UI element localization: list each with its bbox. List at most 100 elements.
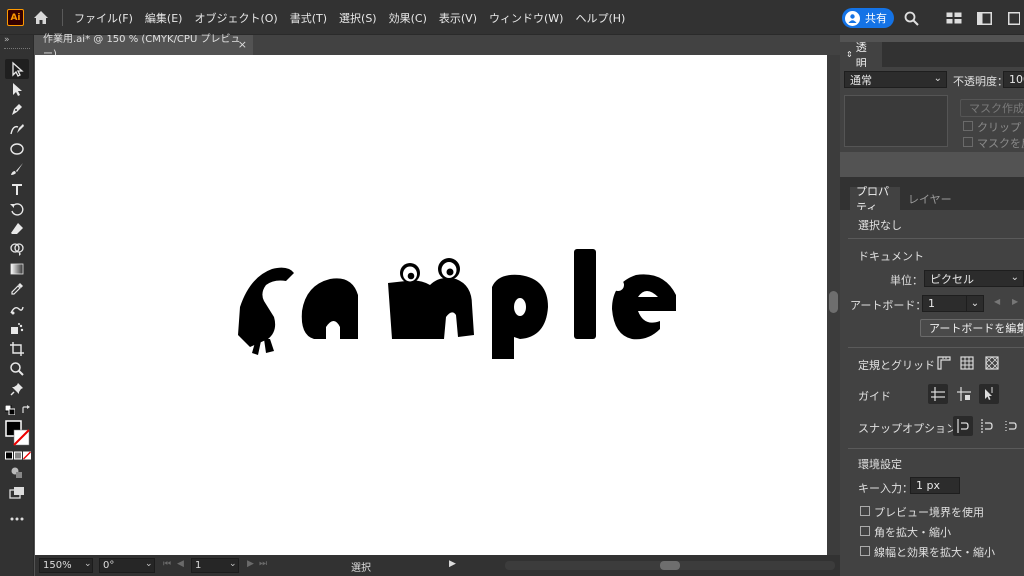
sample-artwork[interactable] bbox=[230, 235, 690, 365]
curvature-tool[interactable] bbox=[5, 119, 29, 139]
first-artboard-icon[interactable]: ⏮ bbox=[163, 559, 171, 569]
menu-type[interactable]: 書式(T) bbox=[284, 10, 333, 26]
swap-colors-button[interactable] bbox=[21, 405, 31, 415]
workspace-switcher[interactable] bbox=[945, 9, 963, 27]
keyboard-increment-field[interactable]: 1 px bbox=[910, 477, 960, 494]
screen-mode-button[interactable] bbox=[5, 483, 29, 503]
workspace-icon bbox=[946, 12, 962, 24]
panel-layout-button[interactable] bbox=[975, 9, 993, 27]
eraser-tool[interactable] bbox=[5, 219, 29, 239]
gradient-tool[interactable] bbox=[5, 259, 29, 279]
last-artboard-icon[interactable]: ⏭ bbox=[259, 559, 267, 569]
horizontal-scroll-thumb[interactable] bbox=[660, 561, 680, 570]
chevron-down-icon: ⌄ bbox=[970, 298, 980, 309]
menu-effect[interactable]: 効果(C) bbox=[383, 10, 433, 26]
default-colors-button[interactable] bbox=[4, 404, 16, 416]
smart-guides-button[interactable] bbox=[979, 384, 999, 404]
menu-view[interactable]: 表示(V) bbox=[433, 10, 483, 26]
document-tab[interactable]: 作業用.ai* @ 150 % (CMYK/CPU プレビュー) × bbox=[35, 34, 253, 60]
menu-window[interactable]: ウィンドウ(W) bbox=[483, 10, 569, 26]
preferences-section-title: 環境設定 bbox=[858, 458, 902, 471]
paintbrush-tool[interactable] bbox=[5, 159, 29, 179]
keyboard-increment-label: キー入力： bbox=[858, 482, 913, 495]
right-panel-dock: ⇕ 透明 通常 ⌄ 不透明度： 100 マスク作成 クリップ マスクを反転 プロ… bbox=[840, 35, 1024, 576]
snap-to-pixel-button[interactable] bbox=[977, 416, 997, 436]
home-icon bbox=[34, 10, 48, 24]
make-mask-button[interactable]: マスク作成 bbox=[960, 99, 1024, 117]
rotation-dropdown-icon[interactable]: ⌄ bbox=[145, 559, 153, 569]
artboard-dropdown-button[interactable]: ⌄ bbox=[966, 295, 984, 312]
next-artboard-icon[interactable]: ▶ bbox=[247, 559, 254, 569]
glyph-p bbox=[492, 274, 548, 359]
opacity-field[interactable]: 100 bbox=[1003, 71, 1024, 88]
artboard-dropdown-icon[interactable]: ⌄ bbox=[229, 559, 237, 569]
tab-transparency[interactable]: ⇕ 透明 bbox=[840, 41, 882, 70]
share-button[interactable]: 共有 bbox=[842, 8, 894, 28]
home-button[interactable] bbox=[30, 6, 52, 28]
symbol-sprayer-tool[interactable] bbox=[5, 319, 29, 339]
menu-object[interactable]: オブジェクト(O) bbox=[188, 10, 283, 26]
eyedropper-tool[interactable] bbox=[5, 279, 29, 299]
rotation-value: 0° bbox=[103, 560, 115, 571]
show-guides-button[interactable] bbox=[928, 384, 948, 404]
shape-builder-tool[interactable] bbox=[5, 239, 29, 259]
next-artboard-icon[interactable]: ▶ bbox=[1012, 297, 1018, 306]
menu-file[interactable]: ファイル(F) bbox=[68, 10, 139, 26]
direct-selection-arrow-icon bbox=[13, 83, 22, 96]
current-tool-status[interactable]: 選択 bbox=[351, 559, 371, 574]
previous-artboard-icon[interactable]: ◀ bbox=[177, 559, 184, 569]
transparency-grid-button[interactable] bbox=[982, 353, 1002, 373]
artboard-tool[interactable] bbox=[5, 339, 29, 359]
blend-mode-select[interactable]: 通常 ⌄ bbox=[844, 71, 947, 88]
status-menu-icon[interactable]: ▶ bbox=[449, 559, 456, 569]
panel-layout-button-2[interactable] bbox=[1005, 9, 1023, 27]
rotate-tool[interactable] bbox=[5, 199, 29, 219]
invert-mask-checkbox[interactable] bbox=[963, 137, 973, 147]
artboard-canvas[interactable] bbox=[35, 55, 827, 555]
default-colors-icon bbox=[4, 404, 16, 416]
units-select[interactable]: ピクセル ⌄ bbox=[924, 270, 1024, 287]
tab-layers[interactable]: レイヤー bbox=[902, 187, 958, 210]
drawing-mode-button[interactable] bbox=[5, 463, 29, 483]
rulers-grids-label: 定規とグリッド bbox=[858, 359, 935, 372]
zoom-dropdown-icon[interactable]: ⌄ bbox=[84, 559, 92, 569]
selection-tool[interactable] bbox=[5, 59, 29, 79]
collapse-toolbar-icon[interactable]: » bbox=[4, 35, 10, 45]
edit-toolbar-button[interactable] bbox=[5, 509, 29, 529]
direct-selection-tool[interactable] bbox=[5, 79, 29, 99]
zoom-tool[interactable] bbox=[5, 359, 29, 379]
close-tab-icon[interactable]: × bbox=[238, 38, 247, 51]
lock-guides-button[interactable] bbox=[954, 384, 974, 404]
menu-edit[interactable]: 編集(E) bbox=[139, 10, 189, 26]
grid-button[interactable] bbox=[957, 353, 977, 373]
glyph-l bbox=[574, 249, 596, 339]
color-mode-buttons[interactable] bbox=[5, 451, 31, 461]
pin-tool[interactable] bbox=[5, 379, 29, 399]
tab-properties[interactable]: プロパティ bbox=[850, 185, 900, 214]
menu-select[interactable]: 選択(S) bbox=[333, 10, 383, 26]
snap-to-glyph-button[interactable] bbox=[1001, 416, 1021, 436]
scale-corners-checkbox[interactable] bbox=[860, 526, 870, 536]
fill-stroke-widget[interactable] bbox=[5, 420, 31, 448]
clip-label: クリップ bbox=[977, 121, 1021, 134]
zoom-icon bbox=[10, 362, 24, 376]
ellipse-tool[interactable] bbox=[5, 139, 29, 159]
snap-to-point-button[interactable] bbox=[953, 416, 973, 436]
horizontal-scrollbar[interactable] bbox=[505, 561, 835, 570]
clip-checkbox[interactable] bbox=[963, 121, 973, 131]
type-tool[interactable] bbox=[5, 179, 29, 199]
glyph-m bbox=[388, 277, 474, 339]
pen-tool[interactable] bbox=[5, 99, 29, 119]
vertical-scroll-thumb[interactable] bbox=[829, 291, 838, 313]
color-none-icon bbox=[5, 451, 31, 460]
menu-help[interactable]: ヘルプ(H) bbox=[569, 10, 631, 26]
toolbar-grip[interactable] bbox=[4, 48, 30, 51]
previous-artboard-icon[interactable]: ◀ bbox=[994, 297, 1000, 306]
use-preview-bounds-checkbox[interactable] bbox=[860, 506, 870, 516]
vertical-scrollbar[interactable] bbox=[827, 55, 840, 555]
blend-tool[interactable] bbox=[5, 299, 29, 319]
edit-artboards-button[interactable]: アートボードを編集 bbox=[920, 319, 1024, 337]
rulers-button[interactable] bbox=[934, 353, 954, 373]
search-button[interactable] bbox=[902, 9, 920, 27]
scale-strokes-effects-checkbox[interactable] bbox=[860, 546, 870, 556]
